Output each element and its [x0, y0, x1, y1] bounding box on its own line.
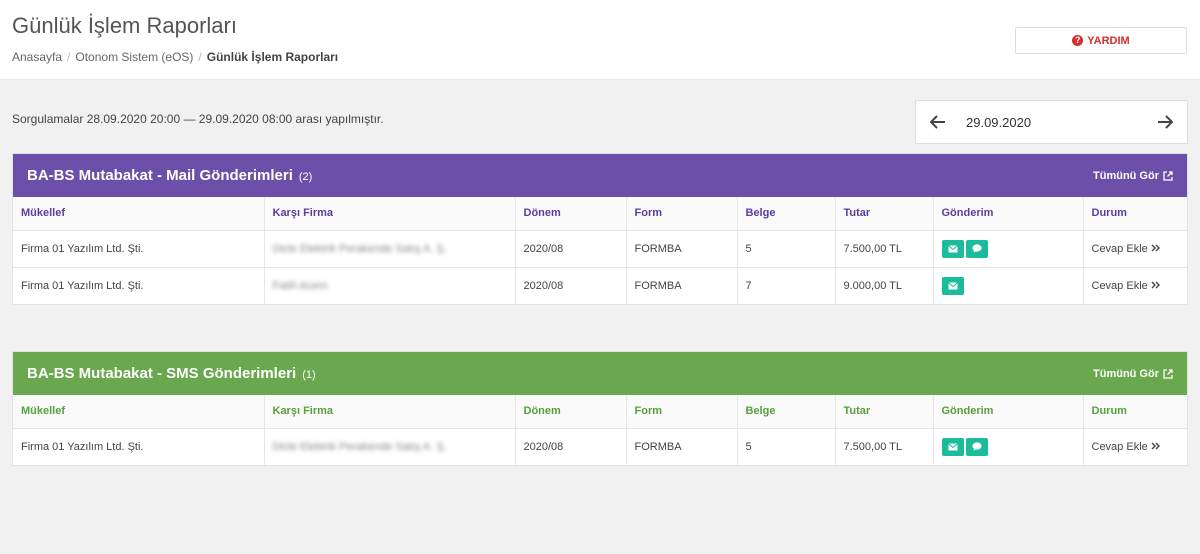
- mail-panel: BA-BS Mutabakat - Mail Gönderimleri (2) T…: [12, 153, 1188, 305]
- cell-belge: 5: [737, 427, 836, 465]
- col-karsi-firma-header: Karşı Firma: [264, 197, 516, 231]
- cell-tutar: 7.500,00 TL: [835, 427, 934, 465]
- cell-gonderim: [933, 229, 1084, 267]
- page-title: Günlük İşlem Raporları: [12, 13, 237, 38]
- breadcrumb: Anasayfa / Otonom Sistem (eOS) / Günlük İşle…: [12, 50, 339, 64]
- cell-karsi-firma: Dicle Elektrik Perakende Satış A. Ş.: [264, 427, 516, 465]
- col-belge-header: Belge: [737, 395, 836, 429]
- cell-gonderim: [933, 427, 1084, 465]
- col-donem-header: Dönem: [515, 197, 627, 231]
- cell-durum: Cevap Ekle: [1083, 427, 1187, 465]
- mail-table-body: Firma 01 Yazılım Ltd. Şti. Dicle Elektrik…: [13, 229, 1187, 304]
- cell-belge: 5: [737, 229, 836, 267]
- cell-tutar: 7.500,00 TL: [835, 229, 934, 267]
- envelope-icon[interactable]: [941, 437, 964, 456]
- mail-panel-count: (2): [298, 171, 313, 183]
- arrow-left-icon: [930, 115, 945, 129]
- mail-table: Mükellef Karşı Firma Dönem Form Belge Tutar Gö…: [13, 197, 1187, 304]
- breadcrumb-current: Günlük İşlem Raporları: [206, 50, 339, 64]
- selected-date: 29.09.2020: [966, 114, 1032, 130]
- page-header: Günlük İşlem Raporları Anasayfa / Otonom S…: [0, 0, 1200, 80]
- add-reply-link[interactable]: Cevap Ekle: [1092, 280, 1180, 292]
- col-belge-header: Belge: [737, 197, 836, 231]
- cell-donem: 2020/08: [515, 266, 627, 304]
- cell-mukellef: Firma 01 Yazılım Ltd. Şti.: [13, 229, 265, 267]
- blurred-company: Dicle Elektrik Perakende Satış A. Ş.: [272, 242, 447, 255]
- envelope-icon[interactable]: [941, 276, 964, 295]
- double-chevron-right-icon: [1151, 280, 1160, 292]
- blurred-company: Fatih Acem: [272, 279, 328, 292]
- sms-panel-title: BA-BS Mutabakat - SMS Gönderimleri (1): [27, 365, 316, 382]
- sms-table-body: Firma 01 Yazılım Ltd. Şti. Dicle Elektrik…: [13, 427, 1187, 465]
- table-row: Firma 01 Yazılım Ltd. Şti. Dicle Elektrik…: [13, 229, 1187, 267]
- cell-karsi-firma: Fatih Acem: [264, 266, 516, 304]
- date-navigator: 29.09.2020: [915, 100, 1188, 144]
- mail-panel-header: BA-BS Mutabakat - Mail Gönderimleri (2) T…: [13, 154, 1187, 197]
- help-button-label: YARDIM: [1087, 34, 1130, 47]
- next-date-button[interactable]: [1143, 101, 1187, 143]
- mail-panel-title: BA-BS Mutabakat - Mail Gönderimleri (2): [27, 167, 313, 184]
- col-form-header: Form: [626, 197, 738, 231]
- blurred-company: Dicle Elektrik Perakende Satış A. Ş.: [272, 440, 447, 453]
- chat-bubble-icon[interactable]: [965, 437, 988, 456]
- cell-belge: 7: [737, 266, 836, 304]
- double-chevron-right-icon: [1151, 441, 1160, 453]
- prev-date-button[interactable]: [916, 101, 960, 143]
- table-header-row: Mükellef Karşı Firma Dönem Form Belge Tutar Gö…: [13, 395, 1187, 429]
- sms-panel: BA-BS Mutabakat - SMS Gönderimleri (1) Tü…: [12, 351, 1188, 466]
- col-durum-header: Durum: [1083, 395, 1187, 429]
- breadcrumb-eos[interactable]: Otonom Sistem (eOS): [75, 50, 193, 64]
- col-form-header: Form: [626, 395, 738, 429]
- cell-form: FORMBA: [626, 229, 738, 267]
- col-durum-header: Durum: [1083, 197, 1187, 231]
- breadcrumb-home[interactable]: Anasayfa: [12, 50, 62, 64]
- external-link-icon: [1163, 368, 1173, 379]
- external-link-icon: [1163, 170, 1173, 181]
- col-tutar-header: Tutar: [835, 197, 934, 231]
- sms-table: Mükellef Karşı Firma Dönem Form Belge Tutar Gö…: [13, 395, 1187, 465]
- cell-karsi-firma: Dicle Elektrik Perakende Satış A. Ş.: [264, 229, 516, 267]
- sms-panel-header: BA-BS Mutabakat - SMS Gönderimleri (1) Tü…: [13, 352, 1187, 395]
- query-info: Sorgulamalar 28.09.2020 20:00 — 29.09.20…: [12, 112, 384, 126]
- add-reply-link[interactable]: Cevap Ekle: [1092, 243, 1180, 255]
- double-chevron-right-icon: [1151, 243, 1160, 255]
- cell-donem: 2020/08: [515, 427, 627, 465]
- col-mukellef-header: Mükellef: [13, 197, 265, 231]
- question-circle-icon: ?: [1072, 35, 1084, 46]
- col-gonderim-header: Gönderim: [933, 395, 1084, 429]
- table-row: Firma 01 Yazılım Ltd. Şti. Fatih Acem 2020…: [13, 266, 1187, 304]
- cell-donem: 2020/08: [515, 229, 627, 267]
- col-tutar-header: Tutar: [835, 395, 934, 429]
- cell-form: FORMBA: [626, 266, 738, 304]
- cell-form: FORMBA: [626, 427, 738, 465]
- table-header-row: Mükellef Karşı Firma Dönem Form Belge Tutar Gö…: [13, 197, 1187, 231]
- arrow-right-icon: [1158, 115, 1173, 129]
- cell-tutar: 9.000,00 TL: [835, 266, 934, 304]
- add-reply-link[interactable]: Cevap Ekle: [1092, 441, 1180, 453]
- col-gonderim-header: Gönderim: [933, 197, 1084, 231]
- cell-mukellef: Firma 01 Yazılım Ltd. Şti.: [13, 427, 265, 465]
- cell-durum: Cevap Ekle: [1083, 266, 1187, 304]
- col-mukellef-header: Mükellef: [13, 395, 265, 429]
- cell-durum: Cevap Ekle: [1083, 229, 1187, 267]
- col-karsi-firma-header: Karşı Firma: [264, 395, 516, 429]
- sms-panel-count: (1): [302, 369, 316, 381]
- sms-see-all-link[interactable]: Tümünü Gör: [1093, 368, 1173, 380]
- mail-see-all-link[interactable]: Tümünü Gör: [1093, 170, 1173, 182]
- col-donem-header: Dönem: [515, 395, 627, 429]
- help-button[interactable]: ? YARDIM: [1015, 27, 1187, 54]
- cell-gonderim: [933, 266, 1084, 304]
- chat-bubble-icon[interactable]: [965, 239, 988, 258]
- cell-mukellef: Firma 01 Yazılım Ltd. Şti.: [13, 266, 265, 304]
- table-row: Firma 01 Yazılım Ltd. Şti. Dicle Elektrik…: [13, 427, 1187, 465]
- envelope-icon[interactable]: [941, 239, 964, 258]
